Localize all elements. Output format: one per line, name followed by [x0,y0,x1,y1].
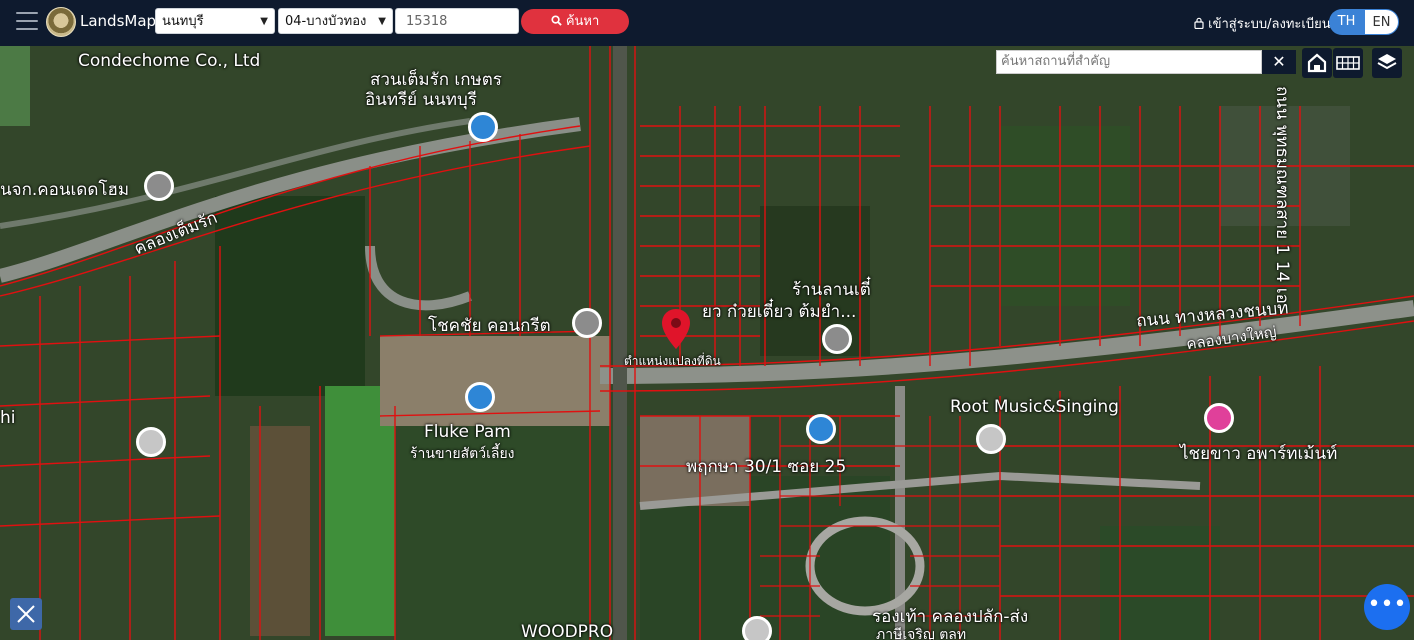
hotel-icon[interactable] [1204,403,1234,433]
restaurant-icon[interactable] [742,616,772,640]
district-value: 04-บางบัวทอง [285,14,367,29]
shopping-cart-icon[interactable] [468,112,498,142]
lang-en-button[interactable]: EN [1364,9,1399,35]
restaurant-icon[interactable] [976,424,1006,454]
lang-th-button[interactable]: TH [1329,9,1364,35]
district-select[interactable]: 04-บางบัวทอง ▼ [278,8,393,34]
top-bar: LandsMaps นนทบุรี ▼ 04-บางบัวทอง ▼ 15318… [0,0,1414,46]
clear-search-button[interactable]: ✕ [1262,50,1296,74]
layers-button[interactable] [1372,48,1402,78]
measure-tool-button[interactable] [10,598,42,630]
pet-shop-icon[interactable] [465,382,495,412]
map-canvas[interactable]: Condechome Co., Ltd สวนเต็มรัก เกษตร อิน… [0,46,1414,640]
map-label: โชคชัย คอนกรีต [428,316,551,336]
home-button[interactable] [1302,48,1332,78]
place-marker-icon[interactable] [822,324,852,354]
parcel-pin-label: ตำแหน่งแปลงที่ดิน [624,354,721,368]
map-label: Fluke Pam [424,422,511,442]
place-marker-icon[interactable] [144,171,174,201]
map-label: hi [0,408,16,428]
chat-menu-button[interactable]: ••• [1364,584,1410,630]
login-link[interactable]: เข้าสู่ระบบ/ลงทะเบียน [1194,13,1331,34]
search-icon [551,14,566,29]
layers-icon [1377,54,1397,70]
home-icon [1307,53,1327,73]
chevron-down-icon: ▼ [260,16,268,27]
search-button[interactable]: ค้นหา [521,9,629,34]
lock-marker-icon[interactable] [806,414,836,444]
parcel-number-input[interactable]: 15318 [395,8,519,34]
landsmaps-logo [46,7,76,37]
brand-name: LandsMaps [80,12,164,30]
more-dots-icon: ••• [1367,592,1407,617]
map-label: ถนน พุทธมณฑลสาย 1 14 เอ [1272,86,1292,304]
map-label: Condechome Co., Ltd [78,51,261,71]
map-label: นจก.คอนเดดโฮม [0,180,130,200]
grid-toggle-button[interactable] [1333,48,1363,78]
restaurant-icon[interactable] [136,427,166,457]
place-marker-icon[interactable] [572,308,602,338]
province-value: นนทบุรี [162,14,204,29]
grid-icon [1336,56,1360,70]
close-icon: ✕ [1272,52,1286,71]
menu-icon[interactable] [16,12,38,32]
map-label: พฤกษา 30/1 ซอย 25 [686,457,847,477]
lock-icon [1194,17,1208,32]
ruler-icon [17,605,35,623]
chevron-down-icon: ▼ [378,16,386,27]
province-select[interactable]: นนทบุรี ▼ [155,8,275,34]
search-button-label: ค้นหา [565,14,600,29]
map-label: ยว ก๋วยเตี๋ยว ต้มยำ... [702,302,857,322]
map-label: ภาษีเจริญ ตลท [876,627,967,640]
map-label: ไชยขาว อพาร์ทเม้นท์ [1180,444,1338,464]
parcel-location-pin-icon[interactable] [661,308,691,350]
place-search-input[interactable]: ค้นหาสถานที่สำคัญ [996,50,1262,74]
map-label: WOODPRO [521,622,614,640]
map-label: Root Music&Singing [950,397,1119,417]
login-label: เข้าสู่ระบบ/ลงทะเบียน [1208,17,1331,32]
map-label: อินทรีย์ นนทบุรี [365,90,477,110]
map-label: ร้านขายสัตว์เลี้ยง [410,446,515,462]
